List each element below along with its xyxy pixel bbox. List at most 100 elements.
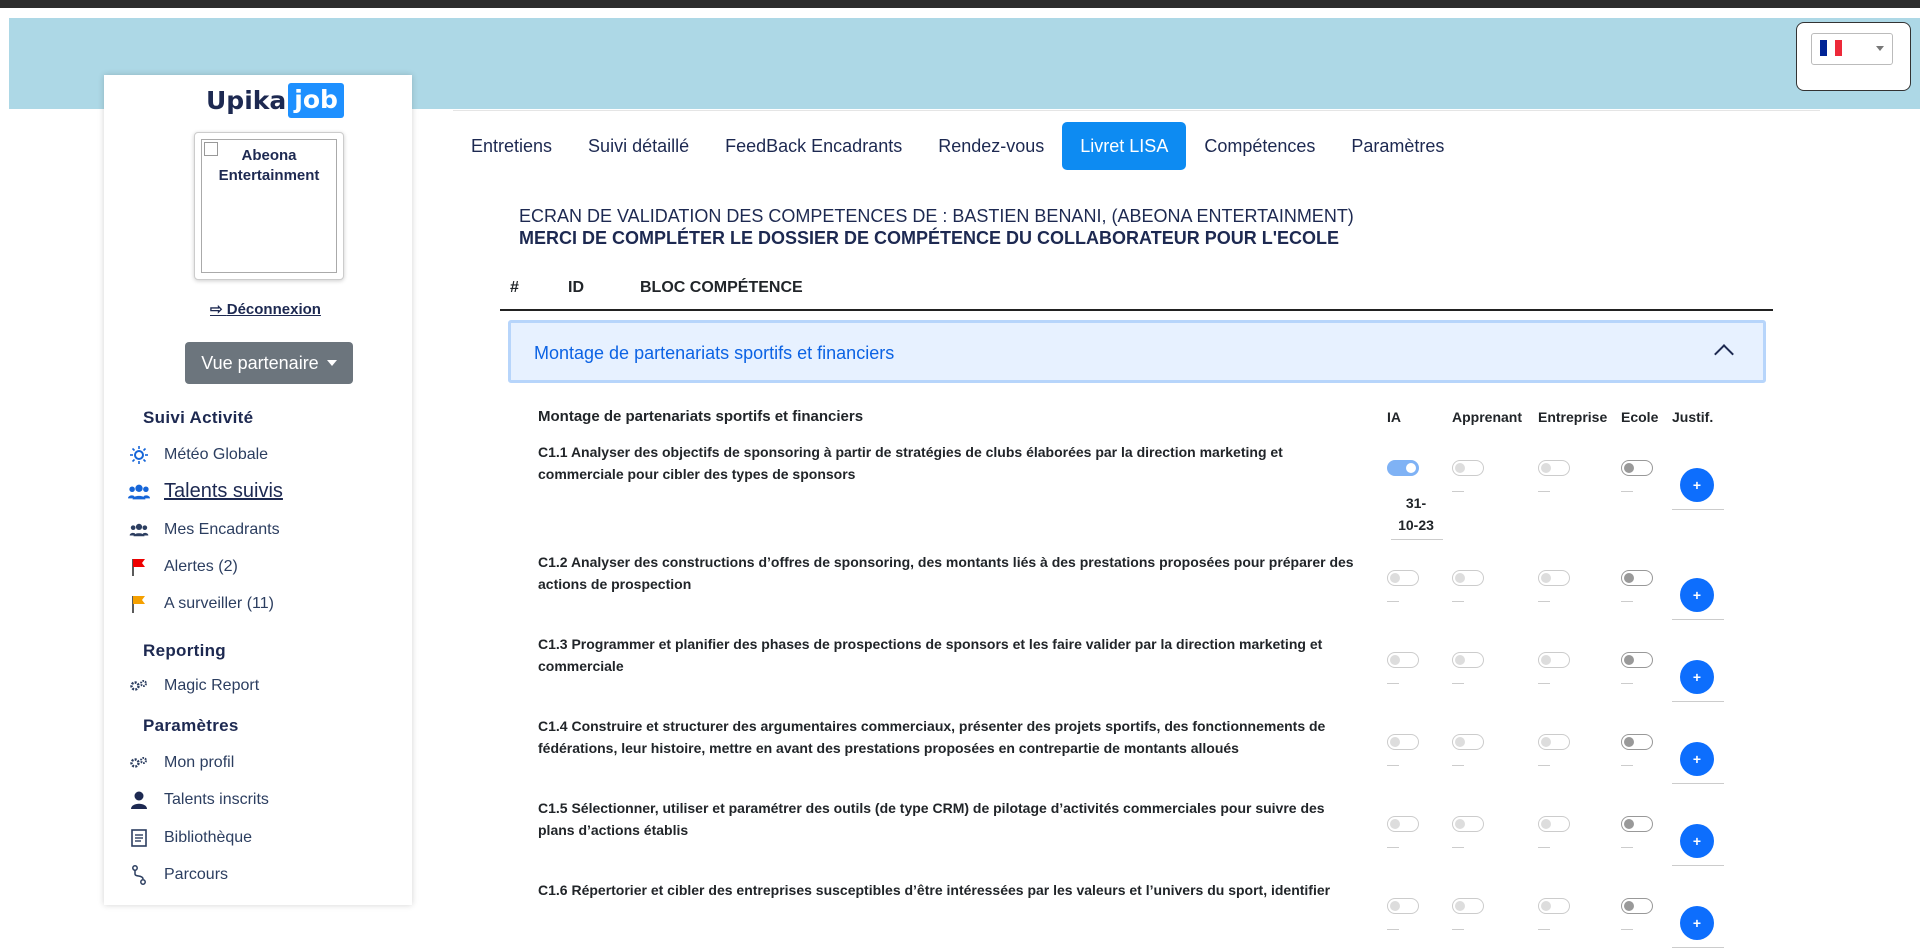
toggle-entreprise[interactable] [1538, 898, 1570, 914]
sidebar-item-meteo-globale[interactable]: Météo Globale [128, 445, 268, 465]
sidebar-item-label: Bibliothèque [164, 829, 253, 846]
toggle-entreprise[interactable] [1538, 460, 1570, 476]
chevron-up-icon[interactable] [1714, 344, 1734, 364]
sidebar-item-talents-suivis[interactable]: Talents suivis [128, 480, 283, 503]
toggle-apprenant[interactable] [1452, 898, 1484, 914]
empty-date-dash [1387, 929, 1399, 930]
add-justification-button[interactable]: + [1680, 906, 1714, 940]
column-entreprise: Entreprise [1538, 409, 1608, 425]
tab-competences[interactable]: Compétences [1186, 122, 1333, 170]
sidebar-item-mes-encadrants[interactable]: Mes Encadrants [128, 520, 280, 540]
language-select[interactable] [1811, 33, 1893, 65]
tab-livret-lisa[interactable]: Livret LISA [1062, 122, 1187, 170]
sidebar-item-parcours[interactable]: Parcours [128, 865, 228, 885]
add-justification-button[interactable]: + [1680, 660, 1714, 694]
tab-suivi-detaille[interactable]: Suivi détaillé [570, 122, 707, 170]
accordion-bloc-competence[interactable]: Montage de partenariats sportifs et fina… [508, 320, 1766, 383]
competence-label-line2: plans d’actions établis [538, 822, 689, 838]
sidebar-item-alertes[interactable]: Alertes (2) [128, 557, 238, 577]
justification-underline [1672, 619, 1724, 620]
column-justif: Justif. [1672, 409, 1714, 425]
empty-date-dash [1452, 929, 1464, 930]
window-top-bar [0, 0, 1920, 8]
ia-date-part2: 10-23 [1398, 517, 1434, 533]
toggle-ecole[interactable] [1621, 652, 1653, 668]
sidebar-item-a-surveiller[interactable]: A surveiller (11) [128, 594, 274, 614]
competence-label-line1: C1.3 Programmer et planifier des phases … [538, 636, 1323, 652]
section-suivi-activite: Suivi Activité [143, 408, 254, 427]
sidebar-item-label: Talents inscrits [164, 791, 269, 808]
sidebar-item-label: Mes Encadrants [164, 521, 280, 538]
toggle-apprenant[interactable] [1452, 570, 1484, 586]
column-ecole: Ecole [1621, 409, 1659, 425]
empty-date-dash [1621, 683, 1633, 684]
competence-label-line1: C1.6 Répertorier et cibler des entrepris… [538, 882, 1331, 898]
ia-date: 31- 10-23 [1391, 492, 1441, 536]
competence-label-line1: C1.1 Analyser des objectifs de sponsorin… [538, 444, 1283, 460]
logout-link[interactable]: ⇨ Déconnexion [210, 300, 321, 318]
add-justification-button[interactable]: + [1680, 468, 1714, 502]
toggle-ecole[interactable] [1621, 816, 1653, 832]
competence-label-line1: C1.2 Analyser des constructions d’offres… [538, 554, 1354, 570]
justification-underline [1672, 865, 1724, 866]
toggle-ia[interactable] [1387, 460, 1419, 476]
column-apprenant: Apprenant [1452, 409, 1522, 425]
sidebar-item-label: Mon profil [164, 754, 235, 771]
empty-date-dash [1621, 491, 1633, 492]
sidebar-item-mon-profil[interactable]: Mon profil [128, 753, 234, 773]
sidebar-item-bibliotheque[interactable]: Bibliothèque [128, 828, 252, 848]
toggle-ia[interactable] [1387, 570, 1419, 586]
ia-date-underline [1391, 539, 1443, 540]
empty-date-dash [1387, 847, 1399, 848]
toggle-ia[interactable] [1387, 898, 1419, 914]
ia-date-part1: 31- [1405, 495, 1427, 511]
french-flag-icon [1820, 40, 1842, 56]
route-icon [128, 865, 150, 885]
logout-icon: ⇨ [210, 301, 227, 318]
toggle-apprenant[interactable] [1452, 652, 1484, 668]
add-justification-button[interactable]: + [1680, 742, 1714, 776]
competence-label: C1.1 Analyser des objectifs de sponsorin… [538, 441, 1374, 485]
toggle-ecole[interactable] [1621, 570, 1653, 586]
toggle-apprenant[interactable] [1452, 734, 1484, 750]
empty-date-dash [1452, 683, 1464, 684]
empty-date-dash [1452, 491, 1464, 492]
competence-label: C1.2 Analyser des constructions d’offres… [538, 551, 1374, 595]
partner-view-dropdown[interactable]: Vue partenaire [185, 342, 353, 384]
empty-date-dash [1387, 601, 1399, 602]
competence-label-line2: actions de prospection [538, 576, 692, 592]
add-justification-button[interactable]: + [1680, 578, 1714, 612]
empty-date-dash [1538, 683, 1550, 684]
logout-label: Déconnexion [226, 301, 321, 318]
table-header: # ID BLOC COMPÉTENCE [500, 276, 1773, 311]
tab-feedback-encadrants[interactable]: FeedBack Encadrants [707, 122, 920, 170]
toggle-ia[interactable] [1387, 734, 1419, 750]
toggle-apprenant[interactable] [1452, 816, 1484, 832]
users-small-icon [128, 520, 150, 540]
sidebar-item-magic-report[interactable]: Magic Report [128, 676, 259, 696]
toggle-entreprise[interactable] [1538, 816, 1570, 832]
toggle-apprenant[interactable] [1452, 460, 1484, 476]
toggle-ecole[interactable] [1621, 898, 1653, 914]
empty-date-dash [1452, 765, 1464, 766]
section-reporting: Reporting [143, 641, 226, 660]
sun-icon [128, 445, 150, 465]
tab-rendez-vous[interactable]: Rendez-vous [920, 122, 1062, 170]
orange-flag-icon [128, 594, 150, 614]
competence-label-line1: C1.4 Construire et structurer des argume… [538, 718, 1326, 734]
toggle-entreprise[interactable] [1538, 652, 1570, 668]
users-icon [128, 482, 150, 502]
sidebar-item-talents-inscrits[interactable]: Talents inscrits [128, 790, 269, 810]
toggle-ia[interactable] [1387, 816, 1419, 832]
company-logo-alt: Abeona Entertainment [218, 147, 320, 184]
toggle-ia[interactable] [1387, 652, 1419, 668]
add-justification-button[interactable]: + [1680, 824, 1714, 858]
toggle-entreprise[interactable] [1538, 734, 1570, 750]
toggle-entreprise[interactable] [1538, 570, 1570, 586]
company-logo-frame: Abeona Entertainment [194, 132, 344, 280]
tab-parametres[interactable]: Paramètres [1333, 122, 1462, 170]
tab-entretiens[interactable]: Entretiens [453, 122, 570, 170]
justification-underline [1672, 701, 1724, 702]
toggle-ecole[interactable] [1621, 734, 1653, 750]
toggle-ecole[interactable] [1621, 460, 1653, 476]
